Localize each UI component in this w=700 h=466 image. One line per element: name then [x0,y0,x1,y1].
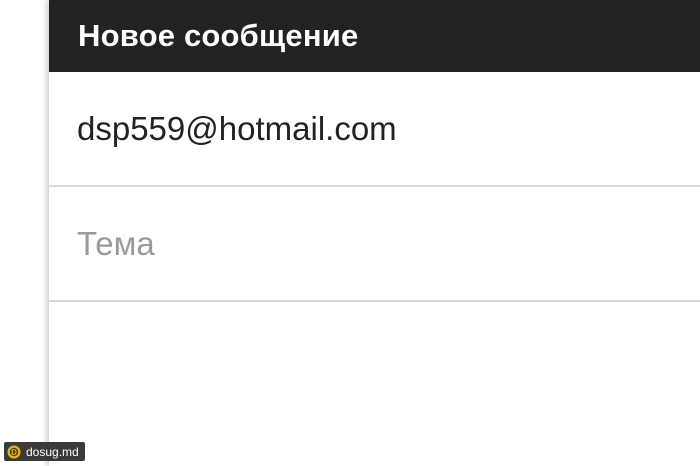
compose-title: Новое сообщение [78,18,359,53]
message-body-field[interactable] [49,302,700,464]
left-gutter [0,0,49,466]
compose-header: Новое сообщение [49,0,700,72]
svg-text:D: D [11,448,17,457]
subject-field[interactable] [77,224,677,263]
new-message-window: Новое сообщение [49,0,700,466]
recipient-row [49,72,700,187]
subject-row [49,187,700,302]
dosug-logo-icon: D [7,445,21,458]
watermark-badge: D dosug.md [4,442,85,461]
recipient-field[interactable] [77,109,677,148]
page: Новое сообщение D dosug.md [0,0,700,466]
watermark-text: dosug.md [26,444,79,459]
